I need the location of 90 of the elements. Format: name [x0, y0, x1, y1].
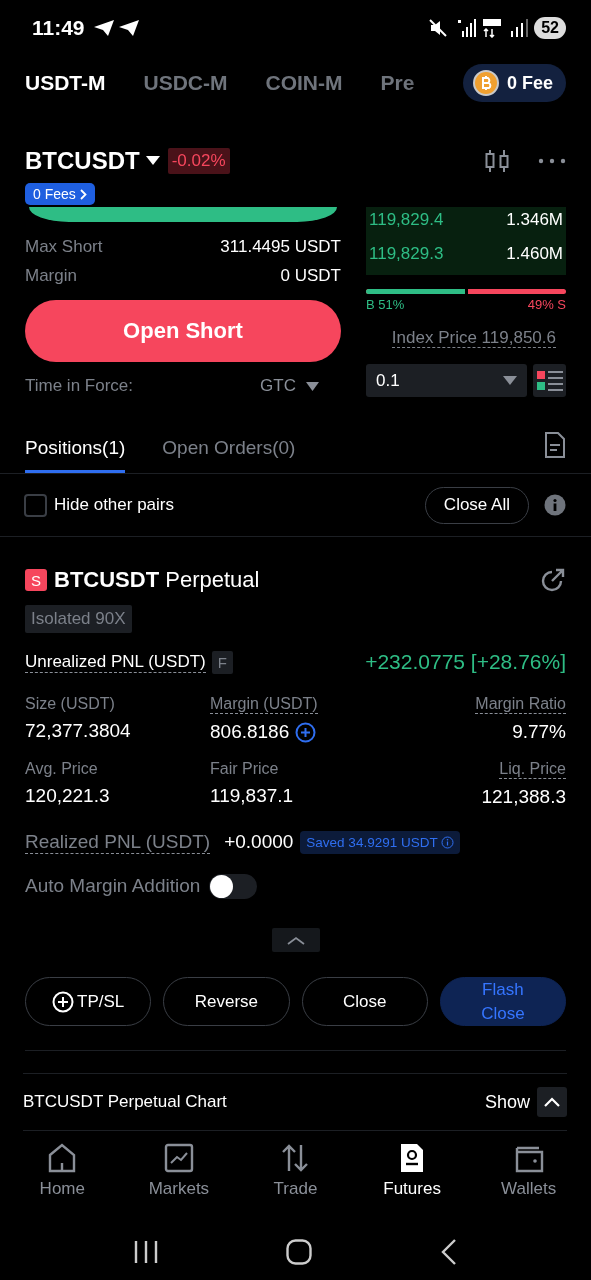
signal-icon [456, 17, 477, 38]
field-label: Margin [25, 265, 77, 286]
open-short-button[interactable]: Open Short [25, 300, 341, 362]
position-title: BTCUSDT Perpetual [54, 567, 260, 593]
home-icon[interactable] [286, 1239, 313, 1265]
chevron-up-icon [544, 1097, 560, 1107]
candlestick-icon[interactable] [484, 149, 512, 173]
show-chart-link[interactable]: Show [484, 1091, 530, 1113]
battery-indicator: 52 [534, 16, 566, 39]
field-label: Time in Force: [25, 376, 133, 396]
stat-label: Margin Ratio [475, 695, 566, 714]
stat-label: Margin (USDT) [210, 695, 318, 714]
flag-badge: F [211, 650, 233, 674]
short-badge: S [25, 569, 47, 591]
toggle-label: Auto Margin Addition [25, 875, 201, 897]
nav-tab[interactable]: Trade [237, 1139, 354, 1217]
toggle-switch[interactable] [209, 873, 258, 899]
precision-dropdown[interactable]: 0.1 [366, 364, 527, 397]
more-icon[interactable] [538, 158, 566, 164]
paper-plane-icon [92, 18, 115, 37]
fee-promo-button[interactable]: 0 Fee [462, 64, 566, 102]
share-icon[interactable] [539, 566, 566, 594]
buy-ratio-label: B 51% [366, 297, 405, 312]
back-icon[interactable] [440, 1239, 457, 1265]
info-icon[interactable] [544, 494, 566, 516]
chart-panel-title: BTCUSDT Perpetual Chart [23, 1092, 227, 1112]
clock: 11:49 [32, 15, 85, 40]
nav-tab[interactable]: Wallets [470, 1139, 587, 1217]
home-icon [47, 1143, 78, 1173]
margin-mode-tag: Isolated 90X [25, 605, 132, 633]
ask-price[interactable]: 119,829.3 [369, 244, 444, 264]
stat-label: Liq. Price [499, 760, 566, 779]
stat-label: Avg. Price [25, 760, 98, 778]
nav-tab[interactable]: Home [4, 1139, 121, 1217]
order-book-layout-icon [536, 369, 563, 392]
recent-apps-icon[interactable] [134, 1240, 159, 1264]
chevron-up-icon [286, 935, 305, 945]
add-margin-icon[interactable] [295, 721, 317, 743]
stat-value: 120,221.3 [25, 785, 110, 807]
fees-badge[interactable]: 0 Fees [25, 183, 95, 205]
ask-amount: 1.460M [506, 244, 563, 264]
field-label: Max Short [25, 236, 103, 257]
market-tab[interactable]: USDT-M [25, 71, 106, 95]
ask-amount: 1.346M [506, 210, 563, 230]
add-icon [52, 990, 74, 1013]
stat-value: 72,377.3804 [25, 720, 131, 742]
realized-pnl-label: Realized PNL (USDT) [25, 830, 211, 854]
price-change-badge: -0.02% [167, 148, 230, 174]
stat-value: 806.8186 [210, 721, 290, 743]
signal-icon [510, 18, 529, 37]
book-layout-button[interactable] [533, 364, 566, 397]
chevron-right-icon [79, 188, 87, 200]
document-icon[interactable] [544, 431, 566, 458]
mute-icon [428, 18, 449, 37]
stat-value: 119,837.1 [210, 785, 294, 807]
position-action-button[interactable]: Flash Close [439, 977, 566, 1026]
paper-plane-icon [117, 18, 140, 37]
expand-button[interactable] [537, 1087, 567, 1117]
index-price: Index Price 119,850.6 [391, 328, 556, 348]
positions-tab[interactable]: Positions(1) [25, 437, 126, 473]
unrealized-pnl-label: Unrealized PNL (USDT) [25, 651, 206, 673]
checkbox-label: Hide other pairs [54, 495, 174, 515]
market-tab[interactable]: COIN-M [265, 71, 343, 95]
ask-price[interactable]: 119,829.4 [369, 210, 444, 230]
stat-label: Size (USDT) [25, 695, 115, 713]
bitcoin-coin-icon [472, 70, 499, 96]
caret-icon [306, 381, 319, 391]
time-in-force-dropdown[interactable]: GTC [260, 376, 319, 396]
market-tab[interactable]: Pre [380, 71, 415, 95]
market-tab[interactable]: USDC-M [143, 71, 228, 95]
saved-badge: Saved 34.9291 USDT [300, 830, 460, 854]
collapse-button[interactable] [271, 928, 320, 952]
stat-value: 9.77% [512, 721, 566, 743]
realized-pnl-value: +0.0000 [224, 831, 294, 853]
info-icon [440, 835, 454, 849]
nav-tab[interactable]: Markets [120, 1139, 238, 1217]
caret-icon [503, 376, 517, 385]
field-value: 0 USDT [280, 265, 341, 286]
unrealized-pnl-value: +232.0775 [+28.76%] [365, 650, 566, 674]
caret-icon [145, 156, 160, 166]
checkbox[interactable] [24, 493, 47, 517]
nav-tab[interactable]: Futures [353, 1139, 471, 1217]
stat-label: Fair Price [210, 760, 279, 778]
field-value: 311.4495 USDT [220, 236, 341, 257]
chart-icon [163, 1143, 194, 1173]
stat-value: 121,388.3 [481, 786, 566, 808]
sell-ratio-label: 49% S [527, 297, 566, 312]
positions-tab[interactable]: Open Orders(0) [162, 437, 296, 473]
swap-arrows-icon [280, 1143, 311, 1173]
symbol-selector[interactable]: BTCUSDT [25, 147, 160, 175]
